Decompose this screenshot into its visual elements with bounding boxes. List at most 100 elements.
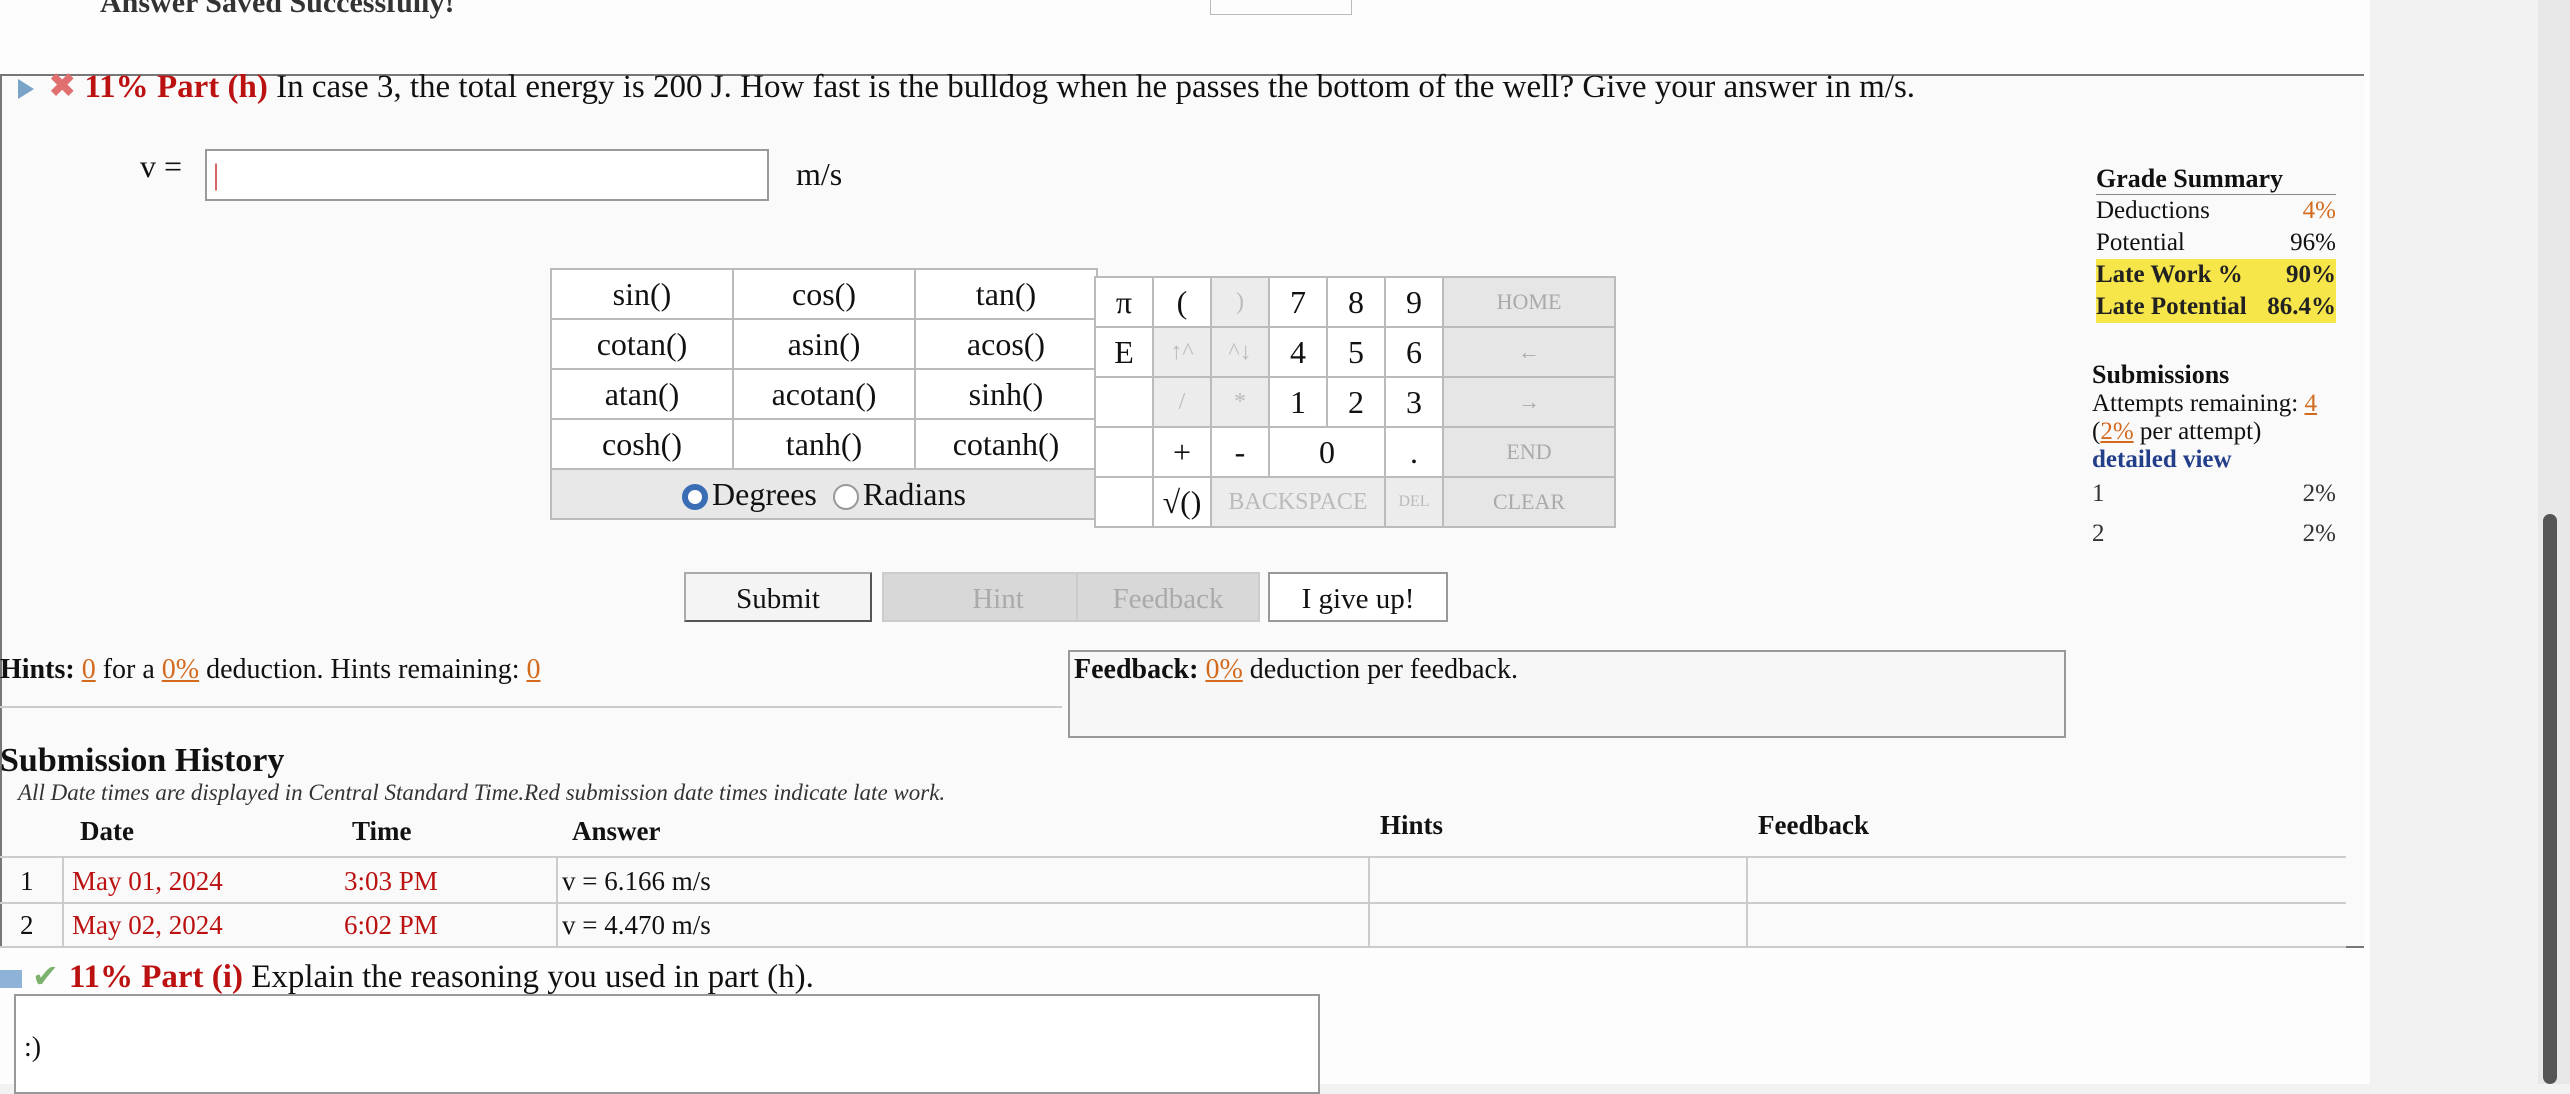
key-3[interactable]: 3 — [1384, 376, 1444, 428]
incorrect-x-icon: ✖ — [48, 68, 77, 105]
superscript-down-key[interactable]: ^↓ — [1210, 326, 1270, 378]
minus-key[interactable]: - — [1210, 426, 1270, 478]
divide-key[interactable]: / — [1152, 376, 1212, 428]
feedback-button[interactable]: Feedback — [1076, 572, 1260, 622]
open-paren-key[interactable]: ( — [1152, 276, 1212, 328]
degrees-radio[interactable] — [682, 484, 709, 511]
saved-box — [1210, 0, 1352, 15]
saved-message: Answer Saved Successfully! — [100, 0, 455, 19]
cotan-button[interactable]: cotan() — [550, 318, 734, 370]
expand-triangle-icon[interactable] — [18, 79, 34, 100]
acotan-button[interactable]: acotan() — [732, 368, 916, 420]
superscript-up-key[interactable]: ↑^ — [1152, 326, 1212, 378]
cosh-button[interactable]: cosh() — [550, 418, 734, 470]
variable-label: v = — [140, 148, 183, 184]
detailed-view-link[interactable]: detailed view — [2092, 446, 2336, 474]
attempts-label: Attempts remaining: — [2092, 390, 2299, 417]
acos-button[interactable]: acos() — [914, 318, 1098, 370]
sinh-button[interactable]: sinh() — [914, 368, 1098, 420]
attempt-number: 1 — [2092, 480, 2105, 507]
submission-history-title: Submission History — [0, 742, 285, 779]
part-i-percent: 11% — [68, 959, 133, 995]
part-h-percent: 11% — [84, 69, 149, 105]
history-row-number: 2 — [20, 910, 34, 940]
pi-key[interactable]: π — [1094, 276, 1154, 328]
feedback-suffix: deduction per feedback. — [1249, 654, 1518, 685]
hints-prefix: Hints: — [0, 654, 75, 685]
right-arrow-key[interactable]: → — [1442, 376, 1616, 428]
hints-count: 0 — [81, 654, 96, 685]
history-row-date: May 01, 2024 — [72, 866, 223, 896]
reasoning-textarea[interactable]: :) — [14, 994, 1320, 1094]
deductions-label: Deductions — [2096, 197, 2210, 224]
part-h-question: In case 3, the total energy is 200 J. Ho… — [276, 69, 1916, 105]
part-h-label: Part (h) — [156, 69, 268, 105]
submissions-title: Submissions — [2092, 360, 2230, 389]
backspace-key[interactable]: BACKSPACE — [1210, 476, 1386, 528]
decimal-key[interactable]: . — [1384, 426, 1444, 478]
part-i-title: ✔ 11% Part (i) Explain the reasoning you … — [0, 957, 814, 996]
key-2[interactable]: 2 — [1326, 376, 1386, 428]
history-row-number: 1 — [20, 866, 34, 896]
grade-summary-title: Grade Summary — [2096, 164, 2336, 195]
cos-button[interactable]: cos() — [732, 268, 916, 320]
hints-for-a: for a — [102, 654, 155, 685]
sqrt-key[interactable]: √() — [1152, 476, 1212, 528]
del-key[interactable]: DEL — [1384, 476, 1444, 528]
key-9[interactable]: 9 — [1384, 276, 1444, 328]
hints-deduction: 0% — [161, 654, 200, 685]
plus-key[interactable]: + — [1152, 426, 1212, 478]
cotanh-button[interactable]: cotanh() — [914, 418, 1098, 470]
tan-button[interactable]: tan() — [914, 268, 1098, 320]
atan-button[interactable]: atan() — [550, 368, 734, 420]
history-divider — [556, 856, 558, 948]
late-potential-label: Late Potential — [2096, 293, 2247, 320]
key-8[interactable]: 8 — [1326, 276, 1386, 328]
late-work-value: 90% — [2286, 261, 2336, 288]
close-paren-key[interactable]: ) — [1210, 276, 1270, 328]
attempt-number: 2 — [2092, 520, 2105, 547]
history-row-answer: v = 6.166 m/s — [562, 866, 711, 896]
scrollbar-thumb[interactable] — [2543, 514, 2557, 1084]
left-arrow-key[interactable]: ← — [1442, 326, 1616, 378]
hints-remaining: 0 — [526, 654, 541, 685]
history-row-time: 6:02 PM — [344, 910, 438, 940]
home-key[interactable]: HOME — [1442, 276, 1616, 328]
key-5[interactable]: 5 — [1326, 326, 1386, 378]
multiply-key[interactable]: * — [1210, 376, 1270, 428]
answer-input[interactable] — [205, 149, 769, 201]
asin-button[interactable]: asin() — [732, 318, 916, 370]
give-up-button[interactable]: I give up! — [1268, 572, 1448, 622]
per-attempt-pct: 2% — [2100, 418, 2134, 445]
late-work-label: Late Work % — [2096, 261, 2243, 288]
key-7[interactable]: 7 — [1268, 276, 1328, 328]
tanh-button[interactable]: tanh() — [732, 418, 916, 470]
submit-button[interactable]: Submit — [684, 572, 872, 622]
submissions-panel: Submissions Attempts remaining: 4 (2% pe… — [2092, 360, 2336, 554]
history-header-answer: Answer — [572, 816, 661, 846]
history-header-date: Date — [80, 816, 134, 846]
radians-radio[interactable] — [832, 484, 859, 511]
key-0[interactable]: 0 — [1268, 426, 1386, 478]
units-label: m/s — [796, 156, 843, 192]
collapse-icon[interactable] — [0, 970, 22, 989]
history-row-time: 3:03 PM — [344, 866, 438, 896]
key-1[interactable]: 1 — [1268, 376, 1328, 428]
history-header-time: Time — [352, 816, 412, 846]
potential-label: Potential — [2096, 229, 2185, 256]
number-keypad: π ( ) 7 8 9 HOME E ↑^ ^↓ 4 5 6 ← / * 1 2… — [1094, 276, 1616, 528]
key-4[interactable]: 4 — [1268, 326, 1328, 378]
sin-button[interactable]: sin() — [550, 268, 734, 320]
history-row-date: May 02, 2024 — [72, 910, 223, 940]
attempt-pct: 2% — [2302, 480, 2336, 507]
end-key[interactable]: END — [1442, 426, 1616, 478]
potential-value: 96% — [2290, 229, 2336, 256]
history-row: 2 May 02, 2024 6:02 PM v = 4.470 m/s — [0, 902, 2346, 948]
blank-key — [1094, 376, 1154, 428]
radians-label: Radians — [862, 475, 966, 512]
clear-key[interactable]: CLEAR — [1442, 476, 1616, 528]
key-6[interactable]: 6 — [1384, 326, 1444, 378]
history-header-feedback: Feedback — [1758, 810, 1869, 840]
feedback-line: Feedback: 0% deduction per feedback. — [1074, 654, 1518, 686]
e-key[interactable]: E — [1094, 326, 1154, 378]
